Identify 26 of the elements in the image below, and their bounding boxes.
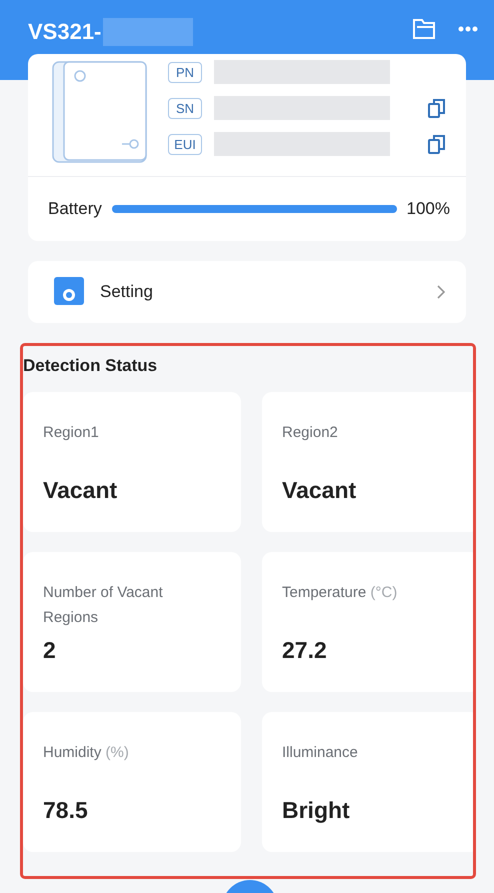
chevron-right-icon — [437, 285, 446, 299]
tile-value: 2 — [43, 637, 57, 664]
field-tag: SN — [168, 98, 202, 118]
folder-icon[interactable] — [412, 18, 436, 40]
tile-value: Bright — [282, 797, 351, 824]
tile-value: 27.2 — [282, 637, 328, 664]
copy-icon[interactable] — [428, 98, 446, 118]
battery-label: Battery — [48, 199, 102, 219]
tile-label: Number of Vacant Regions — [43, 583, 164, 628]
field-tag: PN — [168, 62, 202, 82]
setting-row[interactable]: Setting — [28, 261, 466, 323]
tile-label: Temperature (°C) — [282, 583, 398, 603]
tile-label: Region1 — [43, 423, 100, 443]
tile-value: Vacant — [43, 477, 118, 504]
setting-label: Setting — [100, 282, 154, 302]
tile-value: Vacant — [282, 477, 358, 504]
tile-label: Illuminance — [282, 743, 359, 763]
battery-reading: 100% — [406, 199, 450, 219]
section-title: Detection Status — [23, 356, 158, 377]
tile-label: Humidity (%) — [43, 743, 130, 763]
device-title: VS321- — [28, 19, 102, 45]
tile-label: Region2 — [282, 423, 339, 443]
tile-value: 78.5 — [43, 797, 89, 824]
field-tag: EUI — [168, 134, 202, 154]
copy-icon[interactable] — [428, 134, 446, 154]
more-icon[interactable] — [458, 26, 478, 32]
